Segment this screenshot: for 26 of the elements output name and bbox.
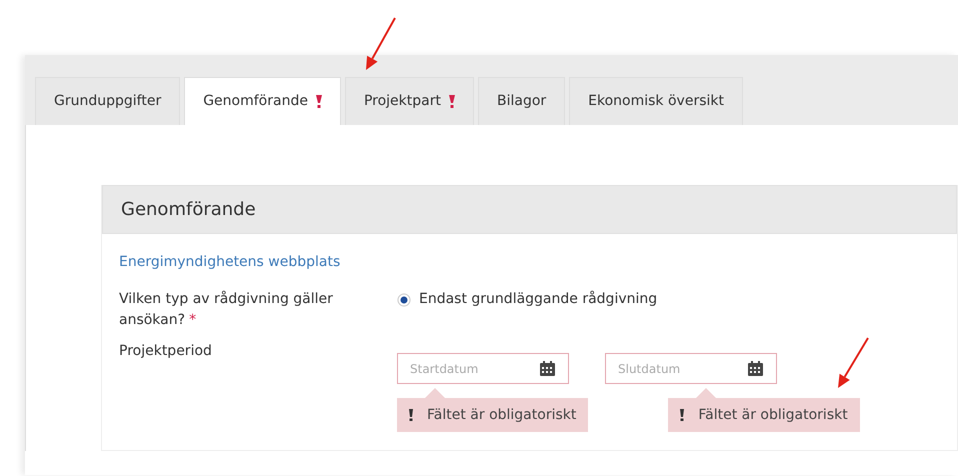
alert-icon — [316, 95, 322, 108]
required-mark: * — [189, 312, 196, 328]
field-label: Projektperiod — [119, 342, 213, 361]
date-field[interactable]: Slutdatum — [605, 353, 777, 384]
question-label: Vilken typ av rådgivning gäller ansökan? * — [119, 290, 334, 330]
annotation-arrow — [838, 337, 869, 388]
annotation-arrow — [366, 18, 396, 70]
alert-icon — [448, 95, 455, 108]
radio-button[interactable] — [397, 292, 411, 306]
tab[interactable]: Grunduppgifter — [35, 77, 180, 125]
tab[interactable]: Bilagor — [478, 77, 566, 125]
error-tooltip: Fältet är obligatoriskt — [668, 388, 860, 432]
calendar-icon[interactable] — [540, 361, 555, 376]
date-field[interactable]: Startdatum — [397, 353, 569, 384]
alert-icon — [409, 409, 413, 421]
tooltip-pointer — [696, 388, 716, 398]
calendar-icon[interactable] — [748, 361, 763, 376]
error-tooltip: Fältet är obligatoriskt — [397, 388, 588, 432]
tab[interactable]: Projektpart — [344, 77, 474, 125]
website-link[interactable]: Energimyndighetens webbplats — [119, 254, 340, 270]
section-header: Genomförande — [102, 185, 957, 234]
tab[interactable]: Genomförande — [184, 77, 341, 125]
alert-icon — [680, 409, 684, 421]
tooltip-pointer — [425, 388, 445, 398]
tab[interactable]: Ekonomisk översikt — [569, 77, 743, 125]
option-label: Endast grundläggande rådgivning — [419, 290, 658, 309]
